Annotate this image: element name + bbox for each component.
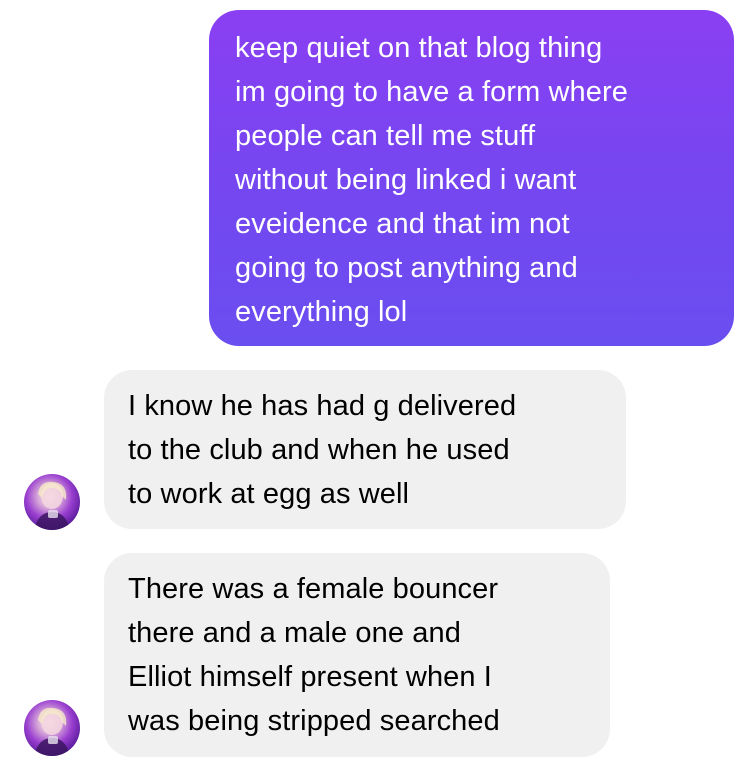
sent-message-bubble[interactable]: keep quiet on that blog thing im going t… <box>209 10 734 346</box>
contact-avatar[interactable] <box>24 474 80 530</box>
avatar-photo-icon <box>34 481 70 530</box>
received-message-bubble[interactable]: I know he has had g delivered to the clu… <box>104 370 626 529</box>
received-message-bubble[interactable]: There was a female bouncer there and a m… <box>104 553 610 757</box>
contact-avatar[interactable] <box>24 700 80 756</box>
avatar-photo-icon <box>34 707 70 756</box>
